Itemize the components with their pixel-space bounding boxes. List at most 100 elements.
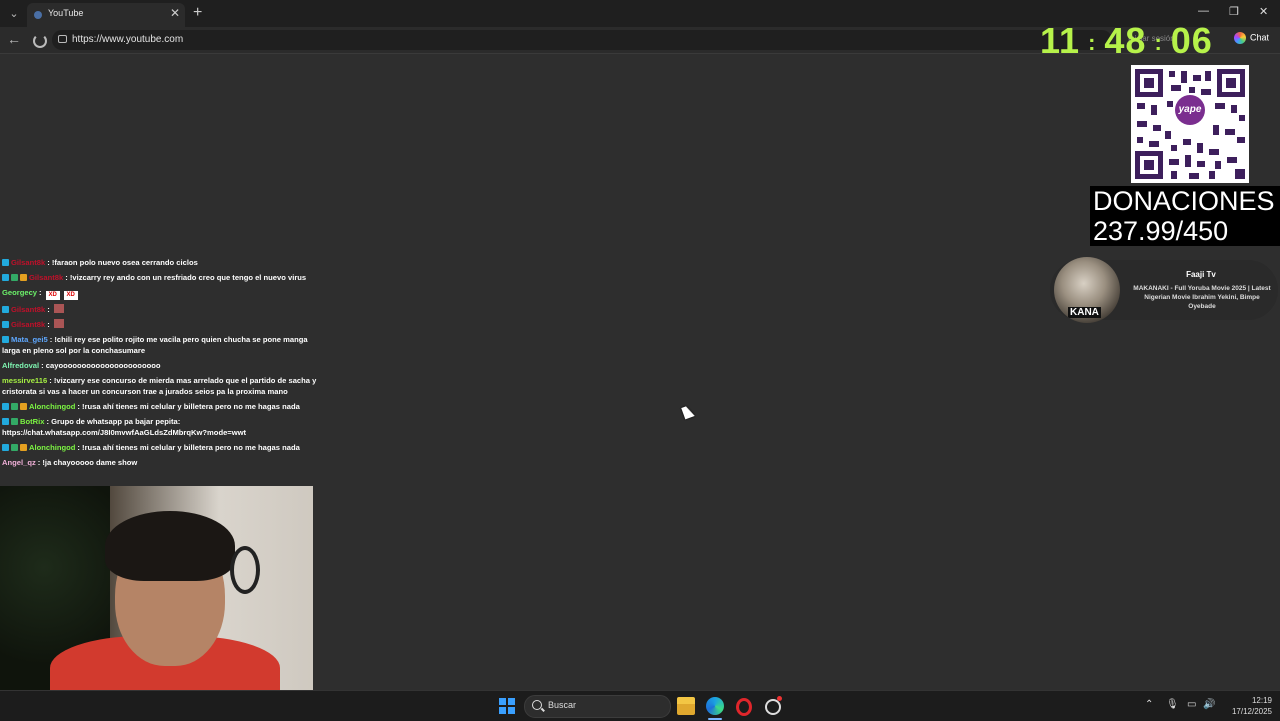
crown-badge-icon: [20, 403, 27, 410]
sub-badge-icon: [2, 306, 9, 313]
file-explorer-icon[interactable]: [677, 697, 695, 715]
wall-decoration: [230, 546, 260, 594]
chat-username[interactable]: Gilsant8k: [29, 273, 63, 282]
thumbnail-caption: KANA: [1068, 307, 1101, 318]
tray-overflow-chevron-icon[interactable]: ⌃: [1145, 699, 1153, 710]
chat-separator: :: [47, 320, 52, 329]
new-tab-button[interactable]: +: [193, 4, 202, 22]
chat-username[interactable]: Mata_gei5: [11, 335, 48, 344]
chat-username[interactable]: Angel_qz: [2, 458, 36, 467]
volume-icon[interactable]: 🔊: [1203, 699, 1215, 710]
chat-message: messirve116: !vizcarry ese concurso de m…: [2, 373, 317, 399]
chat-username[interactable]: Gilsant8k: [11, 258, 45, 267]
chat-message: Alfredoval: cayoooooooooooooooooooooo: [2, 358, 317, 373]
windows-taskbar: Buscar ⌃ 🎙 ▭ 🔊 12:19 17/12/2025: [0, 690, 1280, 721]
video-title: MAKANAKI - Full Yoruba Movie 2025 | Late…: [1133, 285, 1271, 310]
donations-progress: 237.99/450: [1093, 216, 1229, 246]
tab-youtube[interactable]: YouTube ✕: [27, 3, 185, 27]
chat-message: Alonchingod: !rusa ahí tienes mi celular…: [2, 440, 317, 455]
close-window-button[interactable]: ✕: [1259, 5, 1268, 18]
back-arrow-icon[interactable]: ←: [7, 31, 21, 47]
chat-message: Gilsant8k: !faraon polo nuevo osea cerra…: [2, 255, 317, 270]
chat-message: Gilsant8k: !vizcarry rey ando con un res…: [2, 270, 317, 285]
chat-username[interactable]: Alonchingod: [29, 443, 75, 452]
taskbar-search[interactable]: Buscar: [524, 695, 671, 718]
notification-dot: [777, 696, 782, 701]
sub-badge-icon: [2, 259, 9, 266]
sub-badge-icon: [2, 336, 9, 343]
chat-username[interactable]: messirve116: [2, 376, 47, 385]
edge-browser-icon[interactable]: [706, 697, 724, 715]
stream-chat: Gilsant8k: !faraon polo nuevo osea cerra…: [2, 255, 317, 470]
search-icon: [532, 700, 542, 710]
clock-separator: :: [1154, 30, 1163, 56]
chat-username[interactable]: Alonchingod: [29, 402, 75, 411]
mod-badge-icon: [11, 403, 18, 410]
donations-label: DONACIONES: [1093, 186, 1275, 216]
channel-name: Faaji Tv: [1186, 270, 1216, 279]
windows-start-icon[interactable]: [499, 698, 515, 714]
chat-username[interactable]: Georgecy: [2, 288, 37, 297]
chat-separator: :: [39, 288, 44, 297]
sub-badge-icon: [2, 418, 9, 425]
chat-username[interactable]: Gilsant8k: [11, 320, 45, 329]
sub-badge-icon: [2, 403, 9, 410]
tab-close-icon[interactable]: ✕: [170, 6, 180, 20]
chat-message: Georgecy: XD XD: [2, 285, 317, 302]
stream-clock: 11:48:06: [1040, 20, 1213, 62]
search-placeholder: Buscar: [548, 700, 577, 710]
url-text: https://www.youtube.com: [72, 34, 184, 45]
display-icon[interactable]: ▭: [1187, 699, 1196, 710]
chat-message: Gilsant8k:: [2, 317, 317, 332]
url-input[interactable]: https://www.youtube.com: [52, 30, 1112, 50]
chat-text: !ja chayooooo dame show: [42, 458, 138, 467]
clock-seconds: 06: [1170, 20, 1213, 61]
site-info-icon[interactable]: [58, 35, 67, 43]
chat-emote-icon: [53, 319, 64, 328]
chat-message: Gilsant8k:: [2, 302, 317, 317]
minimize-button[interactable]: —: [1198, 5, 1209, 17]
sub-badge-icon: [2, 444, 9, 451]
mod-badge-icon: [11, 418, 18, 425]
chat-username[interactable]: Alfredoval: [2, 361, 39, 370]
restore-button[interactable]: ❐: [1229, 5, 1239, 18]
sub-badge-icon: [2, 274, 9, 281]
chat-text: !faraon polo nuevo osea cerrando ciclos: [51, 258, 198, 267]
copilot-chat-button[interactable]: Chat: [1234, 32, 1269, 44]
youtube-favicon-icon: [34, 11, 42, 19]
taskbar-time: 12:19: [1251, 696, 1272, 705]
yape-logo: yape: [1175, 95, 1205, 125]
clock-hours: 11: [1040, 20, 1081, 61]
video-thumbnail: KANA: [1054, 257, 1120, 323]
chat-message: Alonchingod: !rusa ahí tienes mi celular…: [2, 399, 317, 414]
taskbar-date: 17/12/2025: [1231, 707, 1272, 716]
donations-panel: DONACIONES 237.99/450: [1090, 186, 1280, 246]
streamer-hair: [105, 511, 235, 581]
now-playing-widget: KANA Faaji Tv MAKANAKI - Full Yoruba Mov…: [1050, 257, 1278, 323]
chat-text: cayoooooooooooooooooooooo: [45, 361, 161, 370]
app-icon[interactable]: [765, 699, 781, 715]
yape-qr-code: yape: [1131, 65, 1249, 183]
crown-badge-icon: [20, 274, 27, 281]
tab-title: YouTube: [48, 8, 84, 18]
chat-username[interactable]: Gilsant8k: [11, 305, 45, 314]
crown-badge-icon: [20, 444, 27, 451]
microphone-icon[interactable]: 🎙: [1166, 699, 1179, 710]
taskbar-clock[interactable]: 12:19 17/12/2025: [1222, 695, 1272, 717]
webcam-feed: [0, 486, 313, 690]
mouse-cursor-icon: [681, 404, 695, 420]
tab-list-chevron-icon[interactable]: ⌄: [6, 6, 22, 22]
copilot-icon: [1234, 32, 1246, 44]
clock-separator: :: [1088, 30, 1097, 56]
chat-separator: :: [47, 305, 52, 314]
chat-emote: XD: [45, 291, 60, 300]
chat-emote: XD: [63, 291, 78, 300]
loading-spinner-icon[interactable]: [33, 34, 47, 48]
opera-icon[interactable]: [736, 698, 752, 716]
chat-message: Angel_qz: !ja chayooooo dame show: [2, 455, 317, 470]
mod-badge-icon: [11, 444, 18, 451]
chat-text: !rusa ahí tienes mi celular y billetera …: [82, 443, 300, 452]
chat-username[interactable]: BotRix: [20, 417, 44, 426]
clock-minutes: 48: [1104, 20, 1147, 61]
mod-badge-icon: [11, 274, 18, 281]
